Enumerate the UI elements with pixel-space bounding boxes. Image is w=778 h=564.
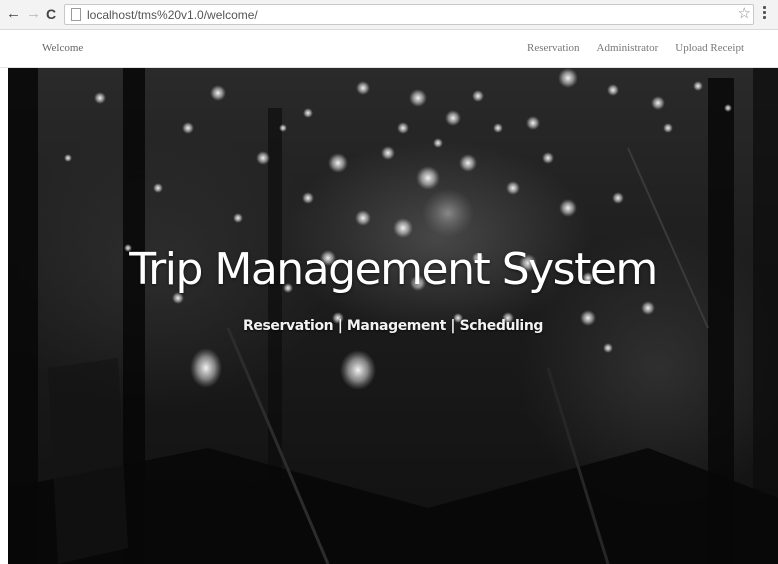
bokeh-light xyxy=(607,84,619,96)
hero-subtitle: Reservation | Management | Scheduling xyxy=(242,318,544,334)
nav-link-reservation[interactable]: Reservation xyxy=(527,42,580,54)
url-text[interactable]: localhost/tms%20v1.0/welcome/ xyxy=(87,7,258,23)
address-bar[interactable]: localhost/tms%20v1.0/welcome/ ☆ xyxy=(64,4,754,25)
bokeh-light xyxy=(153,183,163,193)
bokeh-light xyxy=(641,301,655,315)
bokeh-light xyxy=(355,210,371,226)
bokeh-light xyxy=(472,90,484,102)
bokeh-light xyxy=(279,124,287,132)
bokeh-light xyxy=(381,146,395,160)
nav-links: Reservation Administrator Upload Receipt xyxy=(527,42,744,54)
bokeh-light xyxy=(94,92,106,104)
bokeh-light xyxy=(433,138,443,148)
bokeh-light xyxy=(210,85,226,101)
bokeh-light xyxy=(356,81,370,95)
bokeh-light xyxy=(459,154,477,172)
bokeh-lights xyxy=(64,68,732,353)
bokeh-light xyxy=(724,104,732,112)
hero-title: Trip Management System xyxy=(129,244,658,295)
bokeh-light xyxy=(651,96,665,110)
bokeh-light xyxy=(693,81,703,91)
bokeh-light xyxy=(493,123,503,133)
site-navbar: Welcome Reservation Administrator Upload… xyxy=(0,30,778,68)
back-arrow-icon[interactable]: ← xyxy=(6,6,21,22)
hero-background-image xyxy=(8,68,778,564)
bokeh-light xyxy=(303,108,313,118)
bokeh-light xyxy=(663,123,673,133)
bokeh-light xyxy=(416,166,440,190)
bokeh-light xyxy=(612,192,624,204)
browser-toolbar: ← → C localhost/tms%20v1.0/welcome/ ☆ xyxy=(0,0,778,30)
star-icon[interactable]: ☆ xyxy=(738,6,751,22)
bokeh-light xyxy=(506,181,520,195)
menu-icon[interactable] xyxy=(761,6,769,22)
bokeh-light xyxy=(542,152,554,164)
bokeh-light xyxy=(603,343,613,353)
bokeh-light xyxy=(559,199,577,217)
bokeh-light xyxy=(409,89,427,107)
bokeh-light xyxy=(302,192,314,204)
reload-icon[interactable]: C xyxy=(46,6,56,22)
nav-link-administrator[interactable]: Administrator xyxy=(597,42,659,54)
bokeh-light xyxy=(64,154,72,162)
forward-arrow-icon[interactable]: → xyxy=(26,6,41,22)
bokeh-light xyxy=(558,68,578,88)
nav-link-upload-receipt[interactable]: Upload Receipt xyxy=(675,42,744,54)
bokeh-light xyxy=(182,122,194,134)
hero-section: Trip Management System Reservation | Man… xyxy=(8,68,778,564)
brand-link[interactable]: Welcome xyxy=(42,42,83,54)
bokeh-light xyxy=(397,122,409,134)
bokeh-light xyxy=(256,151,270,165)
page-icon xyxy=(71,8,81,21)
bokeh-light xyxy=(445,110,461,126)
bokeh-light xyxy=(526,116,540,130)
bokeh-light xyxy=(328,153,348,173)
bokeh-light xyxy=(393,218,413,238)
bokeh-light xyxy=(233,213,243,223)
